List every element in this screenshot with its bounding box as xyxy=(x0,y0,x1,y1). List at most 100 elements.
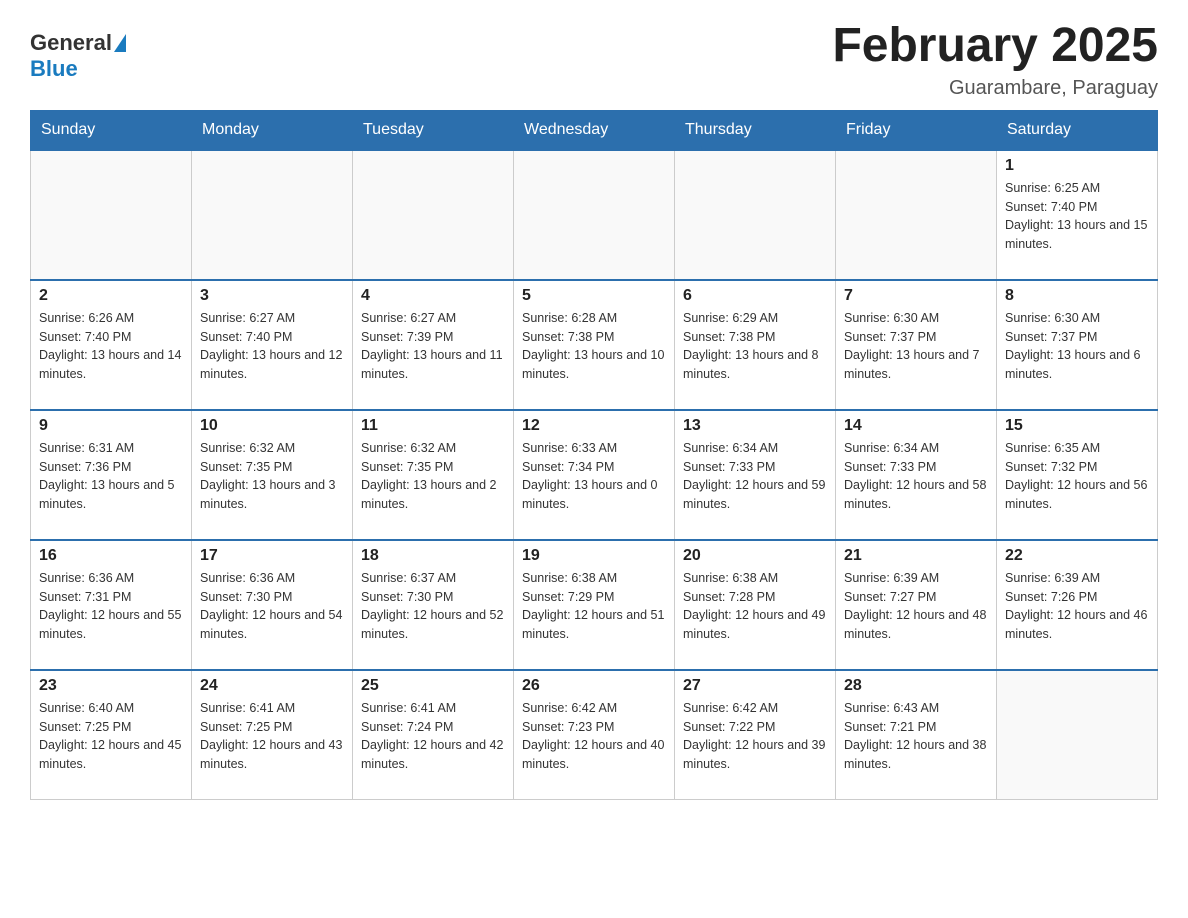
location-subtitle: Guarambare, Paraguay xyxy=(832,77,1158,100)
calendar-week-row: 16 Sunrise: 6:36 AMSunset: 7:31 PMDayligh… xyxy=(31,540,1158,670)
day-number: 17 xyxy=(200,547,344,565)
logo-general-text: General xyxy=(30,30,112,56)
day-info: Sunrise: 6:36 AMSunset: 7:31 PMDaylight:… xyxy=(39,569,183,644)
calendar-day-cell: 10 Sunrise: 6:32 AMSunset: 7:35 PMDayligh… xyxy=(192,410,353,540)
calendar-day-cell: 21 Sunrise: 6:39 AMSunset: 7:27 PMDayligh… xyxy=(836,540,997,670)
day-info: Sunrise: 6:36 AMSunset: 7:30 PMDaylight:… xyxy=(200,569,344,644)
calendar-day-cell: 23 Sunrise: 6:40 AMSunset: 7:25 PMDayligh… xyxy=(31,670,192,800)
calendar-day-cell xyxy=(192,150,353,280)
calendar-week-row: 2 Sunrise: 6:26 AMSunset: 7:40 PMDaylight… xyxy=(31,280,1158,410)
calendar-day-cell: 27 Sunrise: 6:42 AMSunset: 7:22 PMDayligh… xyxy=(675,670,836,800)
day-number: 13 xyxy=(683,417,827,435)
day-number: 16 xyxy=(39,547,183,565)
day-number: 10 xyxy=(200,417,344,435)
day-info: Sunrise: 6:40 AMSunset: 7:25 PMDaylight:… xyxy=(39,699,183,774)
day-number: 7 xyxy=(844,287,988,305)
calendar-day-cell: 26 Sunrise: 6:42 AMSunset: 7:23 PMDayligh… xyxy=(514,670,675,800)
calendar-day-cell xyxy=(514,150,675,280)
calendar-day-cell: 18 Sunrise: 6:37 AMSunset: 7:30 PMDayligh… xyxy=(353,540,514,670)
day-info: Sunrise: 6:43 AMSunset: 7:21 PMDaylight:… xyxy=(844,699,988,774)
day-info: Sunrise: 6:42 AMSunset: 7:23 PMDaylight:… xyxy=(522,699,666,774)
calendar-day-cell xyxy=(836,150,997,280)
day-number: 18 xyxy=(361,547,505,565)
day-info: Sunrise: 6:42 AMSunset: 7:22 PMDaylight:… xyxy=(683,699,827,774)
calendar-day-cell xyxy=(353,150,514,280)
day-info: Sunrise: 6:41 AMSunset: 7:25 PMDaylight:… xyxy=(200,699,344,774)
calendar-day-cell: 24Sunrise: 6:41 AMSunset: 7:25 PMDayligh… xyxy=(192,670,353,800)
calendar-day-cell xyxy=(997,670,1158,800)
logo-triangle-icon xyxy=(114,34,126,52)
calendar-week-row: 23 Sunrise: 6:40 AMSunset: 7:25 PMDayligh… xyxy=(31,670,1158,800)
calendar-day-cell: 2 Sunrise: 6:26 AMSunset: 7:40 PMDaylight… xyxy=(31,280,192,410)
calendar-day-cell: 11Sunrise: 6:32 AMSunset: 7:35 PMDayligh… xyxy=(353,410,514,540)
day-of-week-header: Sunday xyxy=(31,110,192,150)
day-info: Sunrise: 6:38 AMSunset: 7:28 PMDaylight:… xyxy=(683,569,827,644)
day-info: Sunrise: 6:26 AMSunset: 7:40 PMDaylight:… xyxy=(39,309,183,384)
day-info: Sunrise: 6:39 AMSunset: 7:26 PMDaylight:… xyxy=(1005,569,1149,644)
day-number: 15 xyxy=(1005,417,1149,435)
calendar-day-cell: 3 Sunrise: 6:27 AMSunset: 7:40 PMDaylight… xyxy=(192,280,353,410)
calendar-header-row: SundayMondayTuesdayWednesdayThursdayFrid… xyxy=(31,110,1158,150)
day-of-week-header: Wednesday xyxy=(514,110,675,150)
day-number: 19 xyxy=(522,547,666,565)
day-info: Sunrise: 6:39 AMSunset: 7:27 PMDaylight:… xyxy=(844,569,988,644)
day-info: Sunrise: 6:37 AMSunset: 7:30 PMDaylight:… xyxy=(361,569,505,644)
day-info: Sunrise: 6:32 AMSunset: 7:35 PMDaylight:… xyxy=(200,439,344,514)
day-info: Sunrise: 6:27 AMSunset: 7:40 PMDaylight:… xyxy=(200,309,344,384)
day-number: 8 xyxy=(1005,287,1149,305)
calendar-day-cell: 25 Sunrise: 6:41 AMSunset: 7:24 PMDayligh… xyxy=(353,670,514,800)
calendar-day-cell: 22 Sunrise: 6:39 AMSunset: 7:26 PMDayligh… xyxy=(997,540,1158,670)
day-number: 27 xyxy=(683,677,827,695)
day-info: Sunrise: 6:34 AMSunset: 7:33 PMDaylight:… xyxy=(683,439,827,514)
month-title: February 2025 xyxy=(832,20,1158,73)
day-number: 14 xyxy=(844,417,988,435)
calendar-day-cell: 28 Sunrise: 6:43 AMSunset: 7:21 PMDayligh… xyxy=(836,670,997,800)
calendar-day-cell: 9 Sunrise: 6:31 AMSunset: 7:36 PMDaylight… xyxy=(31,410,192,540)
title-area: February 2025 Guarambare, Paraguay xyxy=(832,20,1158,100)
day-number: 21 xyxy=(844,547,988,565)
day-number: 22 xyxy=(1005,547,1149,565)
day-info: Sunrise: 6:30 AMSunset: 7:37 PMDaylight:… xyxy=(1005,309,1149,384)
day-number: 6 xyxy=(683,287,827,305)
calendar-day-cell xyxy=(31,150,192,280)
day-number: 23 xyxy=(39,677,183,695)
calendar-day-cell: 6 Sunrise: 6:29 AMSunset: 7:38 PMDaylight… xyxy=(675,280,836,410)
calendar-day-cell: 15Sunrise: 6:35 AMSunset: 7:32 PMDayligh… xyxy=(997,410,1158,540)
day-of-week-header: Tuesday xyxy=(353,110,514,150)
day-number: 26 xyxy=(522,677,666,695)
calendar-day-cell: 16 Sunrise: 6:36 AMSunset: 7:31 PMDayligh… xyxy=(31,540,192,670)
day-info: Sunrise: 6:30 AMSunset: 7:37 PMDaylight:… xyxy=(844,309,988,384)
day-of-week-header: Saturday xyxy=(997,110,1158,150)
day-number: 1 xyxy=(1005,157,1149,175)
day-info: Sunrise: 6:28 AMSunset: 7:38 PMDaylight:… xyxy=(522,309,666,384)
day-info: Sunrise: 6:38 AMSunset: 7:29 PMDaylight:… xyxy=(522,569,666,644)
day-info: Sunrise: 6:41 AMSunset: 7:24 PMDaylight:… xyxy=(361,699,505,774)
calendar-table: SundayMondayTuesdayWednesdayThursdayFrid… xyxy=(30,110,1158,801)
day-number: 28 xyxy=(844,677,988,695)
calendar-day-cell: 7 Sunrise: 6:30 AMSunset: 7:37 PMDaylight… xyxy=(836,280,997,410)
day-number: 2 xyxy=(39,287,183,305)
calendar-week-row: 1Sunrise: 6:25 AMSunset: 7:40 PMDaylight… xyxy=(31,150,1158,280)
calendar-day-cell: 19 Sunrise: 6:38 AMSunset: 7:29 PMDayligh… xyxy=(514,540,675,670)
day-info: Sunrise: 6:29 AMSunset: 7:38 PMDaylight:… xyxy=(683,309,827,384)
calendar-day-cell: 17 Sunrise: 6:36 AMSunset: 7:30 PMDayligh… xyxy=(192,540,353,670)
day-number: 9 xyxy=(39,417,183,435)
logo-blue-text: Blue xyxy=(30,56,78,82)
day-of-week-header: Friday xyxy=(836,110,997,150)
day-number: 25 xyxy=(361,677,505,695)
calendar-day-cell: 12Sunrise: 6:33 AMSunset: 7:34 PMDayligh… xyxy=(514,410,675,540)
calendar-day-cell: 5 Sunrise: 6:28 AMSunset: 7:38 PMDaylight… xyxy=(514,280,675,410)
day-info: Sunrise: 6:34 AMSunset: 7:33 PMDaylight:… xyxy=(844,439,988,514)
calendar-day-cell: 14 Sunrise: 6:34 AMSunset: 7:33 PMDayligh… xyxy=(836,410,997,540)
logo: General Blue xyxy=(30,20,128,82)
day-number: 3 xyxy=(200,287,344,305)
day-number: 5 xyxy=(522,287,666,305)
calendar-week-row: 9 Sunrise: 6:31 AMSunset: 7:36 PMDaylight… xyxy=(31,410,1158,540)
day-info: Sunrise: 6:31 AMSunset: 7:36 PMDaylight:… xyxy=(39,439,183,514)
page-header: General Blue February 2025 Guarambare, P… xyxy=(30,20,1158,100)
day-number: 11 xyxy=(361,417,505,435)
day-number: 20 xyxy=(683,547,827,565)
calendar-day-cell: 13 Sunrise: 6:34 AMSunset: 7:33 PMDayligh… xyxy=(675,410,836,540)
day-of-week-header: Thursday xyxy=(675,110,836,150)
day-number: 12 xyxy=(522,417,666,435)
